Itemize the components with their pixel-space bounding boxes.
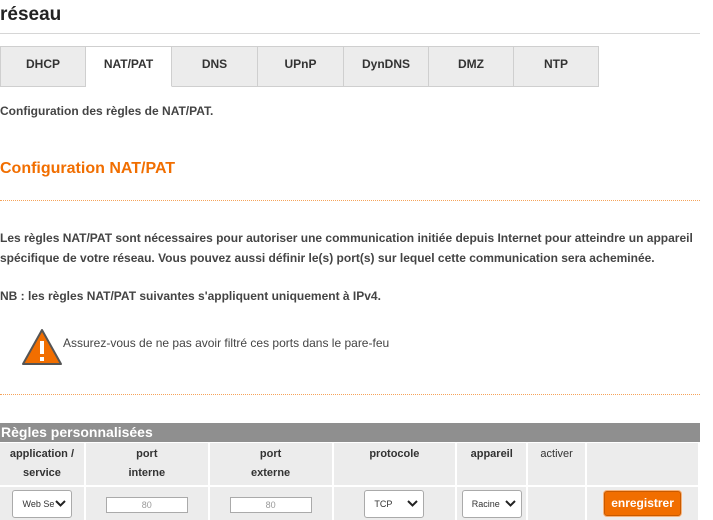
column-label: appareil xyxy=(470,448,513,460)
ipv4-note: NB : les règles NAT/PAT suivantes s'appl… xyxy=(0,289,381,303)
column-label: interne xyxy=(128,467,166,479)
table-row: Web Se 80 80 TCP Racine enregistrer xyxy=(0,485,700,520)
column-port-internal: port interne xyxy=(84,443,210,486)
chevron-down-icon xyxy=(55,500,66,507)
warning-icon xyxy=(21,328,63,366)
cell-activate xyxy=(527,485,588,520)
column-actions xyxy=(586,443,700,486)
rules-table: application / service port interne port … xyxy=(0,443,700,520)
column-label: service xyxy=(22,467,61,479)
cell-port-internal: 80 xyxy=(84,485,210,520)
cell-application: Web Se xyxy=(0,485,86,520)
device-select-value: Racine xyxy=(471,498,500,509)
protocol-select[interactable]: TCP xyxy=(364,489,425,518)
tab-ntp[interactable]: NTP xyxy=(514,46,599,87)
column-label: externe xyxy=(251,467,291,479)
save-button[interactable]: enregistrer xyxy=(604,491,681,516)
cell-actions: enregistrer xyxy=(586,485,700,520)
tab-bar: DHCP NAT/PAT DNS UPnP DynDNS DMZ NTP xyxy=(0,46,599,87)
section-title: Configuration NAT/PAT xyxy=(0,160,176,177)
rules-section-header: Règles personnalisées xyxy=(0,423,700,442)
page-title: réseau xyxy=(0,4,62,25)
column-label: activer xyxy=(540,448,573,460)
protocol-select-value: TCP xyxy=(374,498,393,509)
table-header-row: application / service port interne port … xyxy=(0,443,700,486)
dotted-divider xyxy=(0,394,700,395)
cell-protocol: TCP xyxy=(332,485,458,520)
warning-text: Assurez-vous de ne pas avoir filtré ces … xyxy=(63,336,390,350)
column-label: port xyxy=(259,448,282,460)
column-application: application / service xyxy=(0,443,86,486)
application-select[interactable]: Web Se xyxy=(11,489,72,518)
column-label: port xyxy=(136,448,158,460)
chevron-down-icon xyxy=(407,500,419,507)
column-activate: activer xyxy=(527,443,588,486)
cell-device: Racine xyxy=(456,485,529,520)
column-device: appareil xyxy=(456,443,529,486)
application-select-value: Web Se xyxy=(22,498,55,509)
tab-dmz[interactable]: DMZ xyxy=(429,46,514,87)
title-divider xyxy=(0,33,700,34)
tab-dhcp[interactable]: DHCP xyxy=(0,46,86,87)
port-internal-input[interactable]: 80 xyxy=(105,496,188,513)
column-label: protocole xyxy=(369,448,420,460)
device-select[interactable]: Racine xyxy=(461,489,522,518)
description-paragraph: Les règles NAT/PAT sont nécessaires pour… xyxy=(0,231,693,265)
column-port-external: port externe xyxy=(208,443,334,486)
column-protocol: protocole xyxy=(332,443,458,486)
chevron-down-icon xyxy=(504,500,516,507)
port-external-input[interactable]: 80 xyxy=(229,496,312,513)
tab-upnp[interactable]: UPnP xyxy=(258,46,344,87)
tab-dyndns[interactable]: DynDNS xyxy=(344,46,429,87)
column-label: application / xyxy=(9,448,75,460)
cell-port-external: 80 xyxy=(208,485,334,520)
tab-nat-pat[interactable]: NAT/PAT xyxy=(86,46,172,87)
tab-dns[interactable]: DNS xyxy=(172,46,258,87)
dotted-divider xyxy=(0,200,700,201)
intro-text: Configuration des règles de NAT/PAT. xyxy=(0,104,214,118)
